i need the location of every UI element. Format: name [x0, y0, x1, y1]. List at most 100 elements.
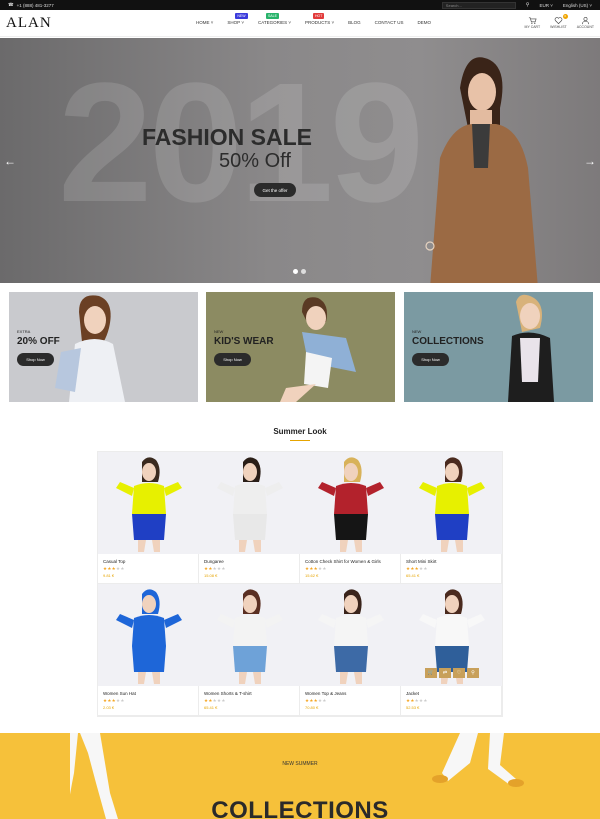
product-image-frame[interactable] [300, 584, 401, 686]
nav-item[interactable]: PRODUCTS ˅ HOT [305, 13, 335, 25]
product-price: 2.03 € [103, 705, 115, 710]
nav-item-label: HOME ˅ [196, 20, 214, 25]
promo-banner-card[interactable]: EXTRA 20% OFF Shop Now [9, 292, 198, 402]
product-name[interactable]: Women Shorts & T-shirt [204, 691, 252, 696]
product-image [318, 457, 384, 552]
slider-prev-arrow-icon[interactable]: ← [4, 154, 16, 168]
slider-dots [293, 269, 306, 274]
nav-item[interactable]: DEMO [418, 20, 432, 25]
wishlist-button[interactable]: 0 WISHLIST [550, 14, 568, 29]
shop-now-button[interactable]: Shop Now [214, 353, 251, 366]
nav-item[interactable]: SHOP ˅ NEW [227, 13, 248, 25]
product-card[interactable]: Short Mini Skirt ★★★★★ 65.41 € [401, 452, 502, 584]
product-rating: ★★★★★ [204, 698, 226, 703]
phone-icon: ☎ [8, 2, 14, 7]
nav-item-label: BLOG [348, 20, 361, 25]
search-icon[interactable]: ⚲ [526, 2, 530, 8]
product-price: 9.81 € [103, 573, 115, 578]
cart-button[interactable]: MY CART [524, 16, 541, 29]
product-image-frame[interactable] [300, 452, 401, 554]
product-price: 70.80 € [305, 705, 319, 710]
top-bar: ☎ +1 (888) 481-3277 Search... ⚲ EUR ˅ En… [0, 0, 600, 10]
banner-tag: NEW [214, 329, 224, 334]
product-image [217, 589, 283, 684]
nav-item[interactable]: HOME ˅ [196, 20, 213, 25]
nav-item[interactable]: BLOG [348, 20, 361, 25]
cart-icon [528, 17, 537, 24]
product-price: 52.53 € [406, 705, 420, 710]
product-card[interactable]: Dungaree ★★★★★ 15.08 € [199, 452, 300, 584]
nav-badge: SALE [265, 13, 279, 19]
hero-model-image [425, 57, 538, 283]
nav-item-label: CONTACT US [374, 20, 404, 25]
product-name[interactable]: Short Mini Skirt [406, 559, 437, 564]
cart-label: MY CART [524, 25, 541, 29]
hero-subtitle: 50% Off [219, 150, 291, 172]
product-image-frame[interactable] [199, 584, 300, 686]
product-image-frame[interactable] [98, 584, 199, 686]
nav-item-label: DEMO [417, 20, 432, 25]
product-image [116, 457, 182, 552]
product-name[interactable]: Dungaree [204, 559, 224, 564]
product-rating: ★★★★★ [204, 566, 226, 571]
product-name[interactable]: Women Sun Hat [103, 691, 136, 696]
slider-next-arrow-icon[interactable]: → [584, 154, 596, 168]
cart-icon[interactable]: 🛒 [425, 668, 437, 678]
account-label: ACCOUNT [576, 25, 594, 29]
banner-title: COLLECTIONS [412, 336, 484, 347]
product-price: 65.41 € [406, 573, 420, 578]
product-image-frame[interactable] [199, 452, 300, 554]
nav-item-label: PRODUCTS ˅ [305, 20, 335, 25]
compare-icon[interactable]: ⇄ [439, 668, 451, 678]
phone-contact[interactable]: ☎ +1 (888) 481-3277 [8, 2, 54, 8]
quick-view-icon[interactable]: ⚲ [467, 668, 479, 678]
banner-tag: EXTRA [17, 329, 31, 334]
product-card[interactable]: Casual Top ★★★★★ 9.81 € [98, 452, 199, 584]
banner-model-image [508, 294, 554, 402]
nav-item[interactable]: CATEGORIES ˅ SALE [257, 13, 292, 25]
product-image [217, 457, 283, 552]
product-card[interactable]: 🛒 ⇄ ♡ ⚲ Jacket ★★★★★ 52.53 € [401, 584, 502, 716]
product-name[interactable]: Cotton Check Shirt for Women & Girls [305, 559, 381, 564]
product-price: 15.62 € [305, 573, 319, 578]
nav-item-label: CATEGORIES ˅ [257, 20, 292, 25]
product-rating: ★★★★★ [305, 566, 327, 571]
product-rating: ★★★★★ [406, 698, 428, 703]
product-image [419, 457, 485, 552]
language-select[interactable]: English (US) ˅ [563, 3, 592, 8]
site-logo[interactable]: ALAN [6, 15, 52, 32]
product-card[interactable]: Women Shorts & T-shirt ★★★★★ 65.41 € [199, 584, 300, 716]
product-image-frame[interactable] [401, 452, 502, 554]
product-image-frame[interactable]: 🛒 ⇄ ♡ ⚲ [401, 584, 502, 686]
hero-offer-button[interactable]: Get the offer [254, 183, 296, 197]
shop-now-button[interactable]: Shop Now [412, 353, 449, 366]
nav-item-label: SHOP ˅ [227, 20, 244, 25]
product-image-frame[interactable] [98, 452, 199, 554]
product-card[interactable]: Cotton Check Shirt for Women & Girls ★★★★… [300, 452, 401, 584]
currency-select[interactable]: EUR ˅ [539, 3, 552, 8]
promo-banner: NEW SUMMER COLLECTIONS [0, 733, 600, 819]
product-name[interactable]: Women Top & Jeans [305, 691, 346, 696]
product-card[interactable]: Women Sun Hat ★★★★★ 2.03 € [98, 584, 199, 716]
promo-title: COLLECTIONS [211, 797, 389, 819]
slider-dot[interactable] [293, 269, 298, 274]
product-price: 15.08 € [204, 573, 218, 578]
product-name[interactable]: Jacket [406, 691, 419, 696]
heart-icon[interactable]: ♡ [453, 668, 465, 678]
product-rating: ★★★★★ [103, 566, 125, 571]
product-name[interactable]: Casual Top [103, 559, 125, 564]
product-rating: ★★★★★ [305, 698, 327, 703]
promo-banner-card[interactable]: NEW KID'S WEAR Shop Now [206, 292, 395, 402]
heart-icon [554, 17, 563, 25]
promo-subtitle: NEW SUMMER [282, 761, 318, 767]
hero-slider: 2019 FASHION SALE 50% Off Get the offer … [0, 38, 600, 283]
nav-item[interactable]: CONTACT US [375, 20, 404, 25]
product-card[interactable]: Women Top & Jeans ★★★★★ 70.80 € [300, 584, 401, 716]
wishlist-count: 0 [562, 14, 568, 19]
product-image [318, 589, 384, 684]
account-button[interactable]: ACCOUNT [577, 16, 594, 29]
shop-now-button[interactable]: Shop Now [17, 353, 54, 366]
promo-banner-card[interactable]: NEW COLLECTIONS Shop Now [404, 292, 593, 402]
search-input[interactable]: Search... [441, 1, 516, 9]
slider-dot[interactable] [301, 269, 306, 274]
